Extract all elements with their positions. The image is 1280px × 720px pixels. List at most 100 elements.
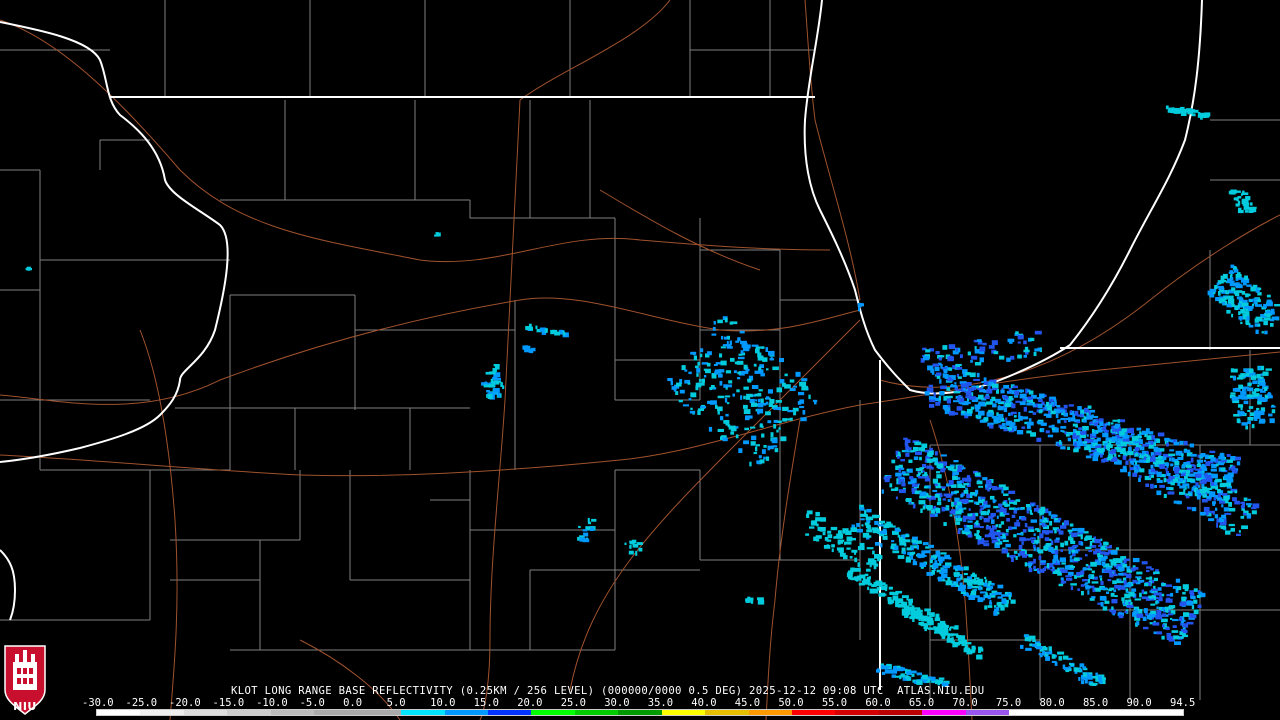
echo-pixel <box>1150 457 1156 462</box>
echo-pixel <box>964 477 972 482</box>
echo-pixel <box>905 675 910 680</box>
echo-pixel <box>891 592 899 595</box>
echo-pixel <box>544 328 548 332</box>
echo-pixel <box>1236 418 1241 423</box>
echo-pixel <box>1183 449 1191 453</box>
echo-pixel <box>1214 514 1219 519</box>
colorscale-label: 20.0 <box>517 697 543 709</box>
echo-pixel <box>730 431 735 435</box>
echo-pixel <box>1033 565 1036 570</box>
echo-pixel <box>979 516 984 519</box>
echo-pixel <box>998 524 1002 528</box>
echo-pixel <box>1172 586 1178 589</box>
echo-pixel <box>999 484 1006 488</box>
echo-pixel <box>1045 430 1050 434</box>
echo-pixel <box>1236 284 1243 289</box>
echo-pixel <box>1252 503 1260 509</box>
echo-pixel <box>1028 418 1032 422</box>
echo-pixel <box>726 344 732 348</box>
radar-map[interactable] <box>0 0 1280 720</box>
echo-pixel <box>1189 443 1194 448</box>
echo-pixel <box>1093 451 1099 457</box>
echo-pixel <box>1149 590 1152 593</box>
echo-pixel <box>955 510 962 515</box>
echo-pixel <box>706 362 711 367</box>
echo-pixel <box>1257 324 1261 327</box>
echo-pixel <box>947 577 951 581</box>
echo-pixel <box>1179 602 1185 607</box>
echo-pixel <box>1167 606 1174 610</box>
colorscale-label: 80.0 <box>1039 697 1065 709</box>
echo-pixel <box>940 552 947 555</box>
echo-pixel <box>1196 459 1204 463</box>
echo-pixel <box>932 563 939 569</box>
echo-pixel <box>1048 646 1052 652</box>
echo-pixel <box>765 456 770 461</box>
echo-pixel <box>1013 427 1017 432</box>
echo-pixel <box>883 476 890 480</box>
echo-pixel <box>1070 410 1072 413</box>
echo-pixel <box>1181 628 1186 632</box>
echo-pixel <box>1197 604 1202 608</box>
county-line <box>0 0 1280 700</box>
echo-pixel <box>1101 427 1107 431</box>
echo-pixel <box>916 672 922 676</box>
echo-pixel <box>1024 562 1027 567</box>
echo-pixel <box>1240 501 1245 504</box>
echo-pixel <box>1054 545 1058 550</box>
echo-pixel <box>979 505 985 508</box>
echo-pixel <box>942 345 948 350</box>
echo-pixel <box>1026 510 1029 514</box>
echo-pixel <box>483 384 490 388</box>
echo-pixel <box>1134 447 1140 452</box>
echo-pixel <box>530 348 533 354</box>
echo-pixel <box>435 232 439 235</box>
echo-pixel <box>799 381 807 387</box>
echo-pixel <box>967 408 973 414</box>
echo-pixel <box>632 544 639 548</box>
echo-pixel <box>701 378 705 383</box>
echo-pixel <box>724 395 731 398</box>
echo-pixel <box>1136 621 1140 626</box>
echo-pixel <box>872 550 875 555</box>
reflectivity-colorbar <box>96 709 1184 716</box>
echo-pixel <box>1166 636 1174 640</box>
echo-pixel <box>1026 425 1031 429</box>
echo-pixel <box>1162 624 1165 628</box>
echo-pixel <box>925 546 930 549</box>
echo-pixel <box>1020 644 1024 649</box>
echo-pixel <box>767 389 773 394</box>
echo-pixel <box>1068 549 1071 555</box>
echo-pixel <box>1234 490 1238 494</box>
echo-pixel <box>1251 510 1257 515</box>
colorbar-segment <box>574 710 619 715</box>
echo-pixel <box>1245 503 1252 506</box>
echo-pixel <box>1193 599 1198 604</box>
echo-pixel <box>1219 500 1225 504</box>
echo-pixel <box>1111 599 1118 604</box>
echo-pixel <box>915 468 923 471</box>
echo-pixel <box>1225 530 1231 535</box>
echo-pixel <box>1058 583 1064 587</box>
echo-pixel <box>711 374 717 379</box>
echo-pixel <box>673 387 677 392</box>
echo-pixel <box>1200 488 1204 492</box>
echo-pixel <box>1085 535 1092 541</box>
echo-pixel <box>739 340 747 345</box>
echo-pixel <box>1027 562 1033 567</box>
logo-label: NIU <box>13 700 37 713</box>
echo-pixel <box>1086 434 1089 437</box>
echo-pixel <box>1060 577 1064 581</box>
colorbar-segment <box>401 710 445 715</box>
echo-pixel <box>1216 518 1220 522</box>
echo-pixel <box>1004 402 1011 408</box>
echo-pixel <box>1202 113 1210 118</box>
echo-pixel <box>697 410 701 415</box>
echo-pixel <box>959 397 965 403</box>
colorscale-label: -30.0 <box>82 697 114 709</box>
echo-pixel <box>897 451 901 457</box>
colorbar-segment <box>792 710 836 715</box>
echo-pixel <box>935 627 939 633</box>
echo-pixel <box>1260 398 1268 402</box>
echo-pixel <box>1019 550 1025 556</box>
